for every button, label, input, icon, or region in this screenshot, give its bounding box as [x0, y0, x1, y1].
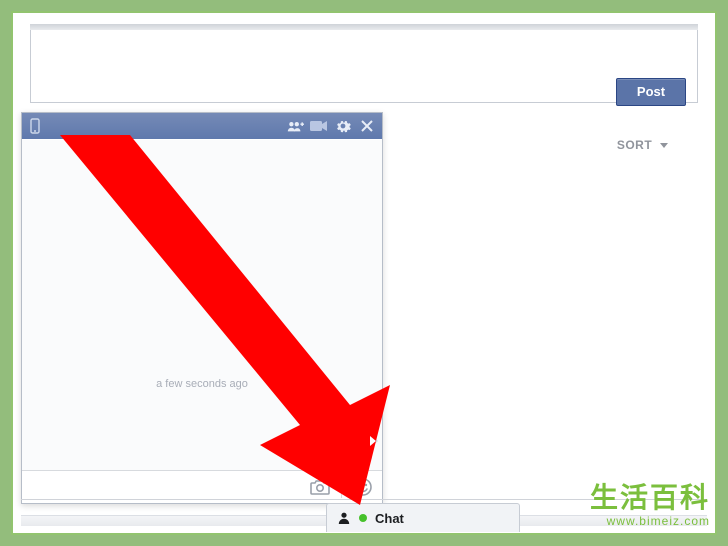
watermark: 生活百科 www.bimeiz.com: [590, 484, 710, 528]
chat-timestamp: a few seconds ago: [22, 378, 382, 390]
video-icon[interactable]: [310, 118, 328, 134]
chat-message-area: a few seconds ago 5pm: [22, 140, 382, 471]
chat-window: a few seconds ago 5pm: [21, 112, 383, 504]
chat-dock-tab[interactable]: Chat: [326, 503, 520, 532]
sort-label: SORT: [617, 138, 652, 152]
camera-icon[interactable]: [309, 476, 331, 498]
watermark-title: 生活百科: [590, 484, 710, 512]
close-icon[interactable]: [358, 118, 376, 134]
post-composer-area[interactable]: [30, 30, 698, 103]
person-icon: [337, 511, 351, 525]
add-people-icon[interactable]: [286, 118, 304, 134]
chevron-down-icon: [660, 143, 668, 148]
post-button[interactable]: Post: [616, 78, 686, 106]
chat-window-header[interactable]: [22, 113, 382, 139]
heart-sticker-message: [324, 422, 372, 462]
watermark-url: www.bimeiz.com: [590, 514, 710, 528]
chat-dock-label: Chat: [375, 511, 404, 526]
footer-separator: [341, 476, 342, 498]
gear-icon[interactable]: [334, 118, 352, 134]
device-icon: [28, 118, 44, 134]
heart-icon: [336, 431, 360, 453]
smiley-icon[interactable]: [352, 476, 374, 498]
sort-dropdown[interactable]: SORT: [617, 138, 668, 152]
online-status-dot: [359, 514, 367, 522]
